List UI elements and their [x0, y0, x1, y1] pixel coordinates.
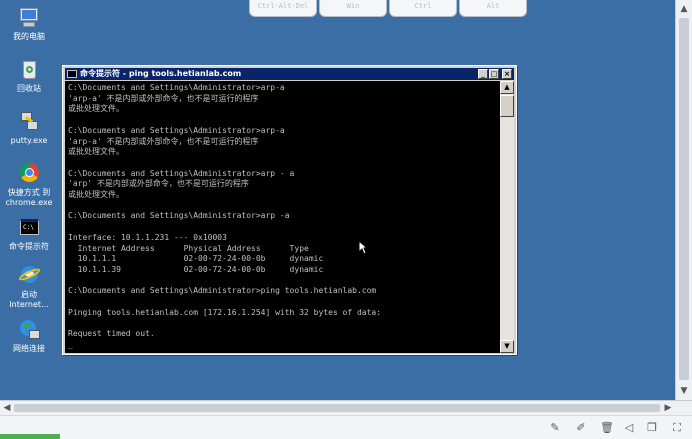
console-scrollbar[interactable]: ▲ ▼ [500, 81, 514, 353]
desktop-icon-internet-explorer[interactable]: 启动 Internet... [0, 264, 60, 310]
recycle-bin-icon [17, 58, 41, 82]
alt-key-button[interactable]: Alt [459, 0, 527, 17]
remote-desktop[interactable]: Ctrl-Alt-Del Win Ctrl Alt 我的电脑 回收站 putty… [0, 0, 692, 400]
console-line: 'arp-a' 不是内部或外部命令，也不是可运行的程序 [68, 136, 259, 146]
console-line: 10.1.1.39 02-00-72-24-00-0b dynamic [68, 264, 324, 274]
mouse-cursor-icon [358, 240, 368, 255]
progress-indicator [0, 434, 60, 439]
putty-icon [17, 110, 41, 134]
desktop-icon-label: 启动 Internet... [9, 290, 49, 309]
console-line: Request timed out. [68, 329, 155, 339]
desktop-icon-label: 快捷方式 到 chrome.exe [5, 188, 53, 207]
fullscreen-icon[interactable]: ⛶ [670, 421, 684, 435]
scroll-down-icon[interactable]: ▼ [678, 385, 690, 397]
close-button[interactable]: × [502, 69, 512, 79]
ctrl-key-button[interactable]: Ctrl [389, 0, 457, 17]
desktop-icon-chrome-shortcut[interactable]: 快捷方式 到 chrome.exe [0, 162, 60, 208]
scroll-left-icon[interactable]: ◀ [1, 402, 13, 414]
viewer-status-bar: ✎ ✐ 🗑 ◁ ❐ ⛶ [0, 415, 692, 439]
viewer-horizontal-scrollbar[interactable]: ◀ ▶ [0, 400, 692, 415]
console-line: C:\Documents and Settings\Administrator>… [68, 211, 290, 221]
desktop-icon-label: 我的电脑 [13, 32, 45, 41]
chrome-icon [17, 162, 41, 186]
console-line: _ [68, 339, 73, 349]
console-line: 或批处理文件。 [68, 104, 124, 114]
console-line: 或批处理文件。 [68, 190, 124, 199]
window-icon[interactable]: ❐ [645, 421, 659, 435]
desktop-icon-command-prompt[interactable]: C:\ 命令提示符 [0, 216, 60, 252]
desktop-icon-network-connections[interactable]: 网络连接 [0, 318, 60, 354]
console-line: 'arp' 不是内部或外部命令，也不是可运行的程序 [68, 179, 249, 189]
console-line: Interface: 10.1.1.231 --- 0x10003 [68, 232, 227, 242]
console-line: C:\Documents and Settings\Administrator>… [68, 125, 285, 135]
console-line: 或批处理文件。 [68, 147, 124, 157]
scrollbar-thumb[interactable] [14, 404, 660, 412]
console-line: Internet Address Physical Address Type [68, 243, 309, 253]
console-line: 'arp-a' 不是内部或外部命令，也不是可运行的程序 [68, 93, 259, 103]
desktop-icon-label: putty.exe [10, 136, 48, 145]
desktop-icon-putty[interactable]: putty.exe [0, 110, 60, 146]
scroll-up-icon[interactable]: ▲ [678, 3, 690, 15]
command-prompt-window[interactable]: 命令提示符 - ping tools.hetianlab.com _ □ × C… [62, 65, 517, 355]
console-line: C:\Documents and Settings\Administrator>… [68, 168, 295, 178]
viewer-vertical-scrollbar[interactable]: ▲ ▼ [675, 0, 692, 400]
pen-icon[interactable]: ✎ [548, 421, 562, 435]
scrollbar-thumb[interactable] [500, 95, 514, 117]
computer-icon [17, 6, 41, 30]
maximize-button[interactable]: □ [489, 69, 499, 79]
desktop-icon-my-computer[interactable]: 我的电脑 [0, 6, 60, 42]
internet-explorer-icon [17, 264, 42, 288]
scroll-up-button[interactable]: ▲ [500, 81, 514, 94]
scrollbar-thumb[interactable] [679, 18, 689, 380]
network-connections-icon [17, 318, 41, 342]
win-key-button[interactable]: Win [319, 0, 387, 17]
scroll-right-icon[interactable]: ▶ [662, 402, 674, 414]
window-titlebar[interactable]: 命令提示符 - ping tools.hetianlab.com _ □ × [65, 68, 514, 80]
scroll-down-button[interactable]: ▼ [500, 340, 514, 353]
ctrl-alt-del-key-button[interactable]: Ctrl-Alt-Del [249, 0, 317, 17]
desktop-icon-label: 回收站 [17, 84, 41, 93]
minimize-button[interactable]: _ [478, 69, 488, 79]
console-line: C:\Documents and Settings\Administrator>… [68, 286, 377, 296]
console-output[interactable]: C:\Documents and Settings\Administrator>… [65, 81, 500, 353]
desktop-icon-recycle-bin[interactable]: 回收站 [0, 58, 60, 94]
trash-icon[interactable]: 🗑 [600, 421, 614, 435]
cmd-icon [67, 70, 77, 78]
console-line: Pinging tools.hetianlab.com [172.16.1.25… [68, 307, 382, 317]
pen-settings-icon[interactable]: ✐ [574, 421, 588, 435]
window-title: 命令提示符 - ping tools.hetianlab.com [80, 69, 242, 78]
volume-icon[interactable]: ◁ [622, 421, 636, 435]
desktop-icon-label: 网络连接 [13, 344, 45, 353]
cmd-icon: C:\ [17, 216, 41, 240]
console-line: C:\Documents and Settings\Administrator>… [68, 83, 285, 92]
console-line: 10.1.1.1 02-00-72-24-00-0b dynamic [68, 254, 324, 264]
desktop-icon-label: 命令提示符 [9, 242, 49, 251]
